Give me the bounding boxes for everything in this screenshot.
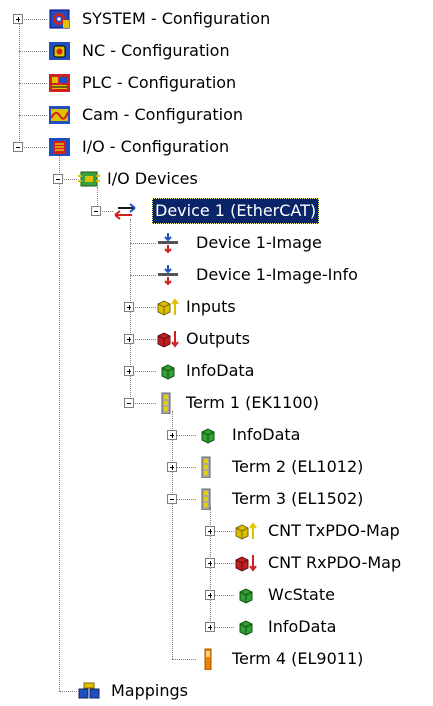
tree-connector <box>215 563 234 564</box>
tree-connector <box>64 179 77 180</box>
tree-node-plc[interactable]: PLC - Configuration <box>79 70 239 96</box>
tree-node-cam[interactable]: Cam - Configuration <box>79 102 246 128</box>
tree-connector <box>215 531 234 532</box>
tree-connector <box>177 467 196 468</box>
expand-wcstate-toggle[interactable] <box>205 590 215 600</box>
collapse-device1-toggle[interactable] <box>91 206 101 216</box>
ethercat-device-icon <box>113 200 137 222</box>
expand-cnttx-toggle[interactable] <box>205 526 215 536</box>
tree-connector <box>177 499 196 500</box>
expand-system-toggle[interactable] <box>13 14 23 24</box>
expand-cntrx-toggle[interactable] <box>205 558 215 568</box>
tree-connector <box>19 115 47 116</box>
tree-node-device1[interactable]: Device 1 (EtherCAT) <box>152 198 320 224</box>
tree-connector <box>135 371 156 372</box>
tree-node-term2[interactable]: Term 2 (EL1012) <box>229 454 366 480</box>
tree-connector <box>59 691 77 692</box>
tree-node-inputs[interactable]: Inputs <box>183 294 239 320</box>
tree-node-imginfo[interactable]: Device 1-Image-Info <box>193 262 361 288</box>
system-config-icon <box>47 8 71 30</box>
tree-node-nc[interactable]: NC - Configuration <box>79 38 233 64</box>
tree-connector <box>19 51 47 52</box>
tree-node-io[interactable]: I/O - Configuration <box>79 134 232 160</box>
outputs-icon <box>156 328 180 350</box>
end-terminal-icon <box>196 648 220 671</box>
collapse-iodev-toggle[interactable] <box>53 174 63 184</box>
expand-infot1-toggle[interactable] <box>167 430 177 440</box>
expand-term2-toggle[interactable] <box>167 462 177 472</box>
tree-connector <box>102 211 113 212</box>
infodata-icon <box>234 584 258 606</box>
process-image-icon <box>156 264 180 286</box>
tree-connector <box>135 339 156 340</box>
tree-guide <box>59 155 60 691</box>
expand-inputs-toggle[interactable] <box>124 302 134 312</box>
tree-guide <box>172 411 173 659</box>
tree-node-iodev[interactable]: I/O Devices <box>104 166 201 192</box>
tree-node-term1[interactable]: Term 1 (EK1100) <box>183 390 322 416</box>
tree-connector <box>215 627 234 628</box>
tree-node-infot3[interactable]: InfoData <box>265 614 339 640</box>
inputs-icon <box>234 520 258 542</box>
tree-guide <box>19 19 20 147</box>
tree-node-infot1[interactable]: InfoData <box>229 422 303 448</box>
tree-node-mappings[interactable]: Mappings <box>108 678 191 704</box>
process-image-icon <box>156 232 180 254</box>
tree-node-img[interactable]: Device 1-Image <box>193 230 325 256</box>
terminal-icon <box>196 488 220 511</box>
io-config-icon <box>47 136 71 158</box>
tree-connector <box>24 147 47 148</box>
tree-node-cnttx[interactable]: CNT TxPDO-Map <box>265 518 403 544</box>
expand-infot3-toggle[interactable] <box>205 622 215 632</box>
infodata-icon <box>234 616 258 638</box>
tree-connector <box>177 435 196 436</box>
terminal-icon <box>196 456 220 479</box>
tree-node-wcstate[interactable]: WcState <box>265 582 338 608</box>
terminal-icon <box>156 392 180 415</box>
outputs-icon <box>234 552 258 574</box>
inputs-icon <box>156 296 180 318</box>
expand-outputs-toggle[interactable] <box>124 334 134 344</box>
infodata-icon <box>156 360 180 382</box>
tree-connector <box>135 403 156 404</box>
collapse-term3-toggle[interactable] <box>167 494 177 504</box>
expand-infod1-toggle[interactable] <box>124 366 134 376</box>
tree-node-infod1[interactable]: InfoData <box>183 358 257 384</box>
nc-config-icon <box>47 40 71 62</box>
tree-node-cntrx[interactable]: CNT RxPDO-Map <box>265 550 404 576</box>
tree-node-term3[interactable]: Term 3 (EL1502) <box>229 486 366 512</box>
collapse-term1-toggle[interactable] <box>124 398 134 408</box>
tree-connector <box>130 243 156 244</box>
tree-connector <box>130 275 156 276</box>
tree-connector <box>172 659 196 660</box>
tree-connector <box>135 307 156 308</box>
tree-view[interactable]: SYSTEM - Configuration NC - Configuration… <box>0 0 433 706</box>
tree-connector <box>19 83 47 84</box>
collapse-io-toggle[interactable] <box>13 142 23 152</box>
tree-node-term4[interactable]: Term 4 (EL9011) <box>229 646 366 672</box>
infodata-icon <box>196 424 220 446</box>
io-devices-icon <box>77 168 101 190</box>
plc-config-icon <box>47 72 71 94</box>
tree-connector <box>215 595 234 596</box>
tree-node-outputs[interactable]: Outputs <box>183 326 253 352</box>
mappings-icon <box>77 680 101 702</box>
cam-config-icon <box>47 104 71 126</box>
tree-node-system[interactable]: SYSTEM - Configuration <box>79 6 273 32</box>
tree-connector <box>24 19 47 20</box>
